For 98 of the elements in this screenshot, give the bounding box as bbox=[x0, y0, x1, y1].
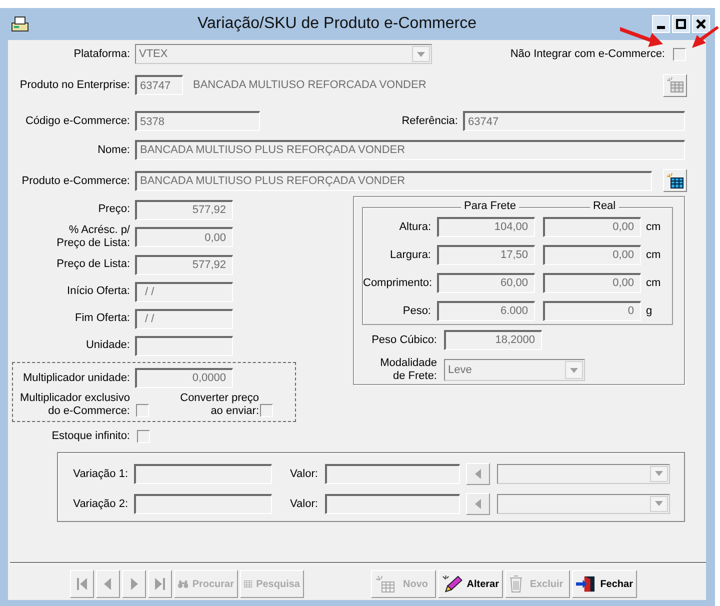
input-field[interactable]: 104,00 bbox=[437, 216, 535, 236]
input-field[interactable]: / / bbox=[135, 308, 233, 328]
checkbox-label: Multiplicador exclusivo do e-Commerce: bbox=[18, 392, 130, 418]
field-label: Produto e-Commerce: bbox=[20, 174, 130, 186]
column-heading: Real bbox=[590, 200, 619, 212]
input-field[interactable]: 0,0000 bbox=[135, 368, 233, 388]
close-button[interactable] bbox=[692, 15, 710, 33]
field-label: Preço de Lista: bbox=[56, 258, 130, 271]
input-field[interactable]: 63747 bbox=[135, 75, 183, 95]
left-arrow-button[interactable] bbox=[466, 462, 490, 484]
left-arrow-icon bbox=[474, 468, 481, 478]
field-label: Peso: bbox=[402, 304, 431, 316]
printer-icon bbox=[10, 15, 30, 33]
field-label: Altura: bbox=[398, 220, 431, 232]
checkbox[interactable] bbox=[260, 404, 273, 417]
field-label: Produto no Enterprise: bbox=[18, 79, 130, 91]
checkbox-label: Estoque infinito: bbox=[50, 430, 130, 442]
shipping-mode-dropdown[interactable]: Leve bbox=[444, 359, 585, 381]
left-triangle-icon bbox=[103, 577, 113, 591]
field-label: Plataforma: bbox=[72, 48, 130, 60]
input-field[interactable]: 63747 bbox=[463, 111, 685, 131]
input-field[interactable]: BANCADA MULTIUSO PLUS REFORÇADA VONDER bbox=[135, 170, 652, 190]
input-field[interactable] bbox=[135, 336, 233, 356]
platform-dropdown[interactable]: VTEX bbox=[135, 44, 432, 64]
product-description: BANCADA MULTIUSO REFORCADA VONDER bbox=[193, 79, 426, 91]
unit-label: cm bbox=[646, 248, 661, 260]
field-label: Fim Oferta: bbox=[74, 312, 130, 325]
field-label: Preço: bbox=[97, 203, 130, 216]
arrow-icon bbox=[692, 26, 720, 50]
checkbox[interactable] bbox=[136, 404, 149, 417]
input-field[interactable] bbox=[134, 494, 272, 514]
unit-label: cm bbox=[646, 220, 661, 232]
arrow-icon bbox=[620, 24, 664, 48]
input-field[interactable]: BANCADA MULTIUSO PLUS REFORÇADA VONDER bbox=[135, 140, 685, 160]
field-label: Largura: bbox=[389, 248, 431, 260]
trash-icon bbox=[509, 575, 523, 593]
input-field[interactable]: 60,00 bbox=[437, 272, 535, 292]
field-label: Variação 2: bbox=[72, 498, 128, 510]
input-field[interactable]: 0,00 bbox=[543, 244, 641, 264]
input-field[interactable]: 5378 bbox=[135, 111, 260, 131]
dropdown[interactable] bbox=[496, 494, 670, 514]
field-label: Unidade: bbox=[84, 339, 130, 352]
input-field[interactable]: 0 bbox=[543, 300, 641, 320]
field-label: Peso Cúbico: bbox=[370, 334, 437, 346]
maximize-button[interactable] bbox=[672, 15, 690, 33]
input-field[interactable]: 17,50 bbox=[437, 244, 535, 264]
field-label: Valor: bbox=[290, 468, 318, 480]
field-label: Modalidade de Frete: bbox=[379, 357, 437, 383]
edit-button[interactable]: Alterar bbox=[438, 570, 503, 598]
input-field[interactable]: 0,00 bbox=[543, 272, 641, 292]
skip-forward-icon bbox=[155, 577, 165, 591]
dropdown-arrow-icon bbox=[654, 501, 663, 506]
table-icon-button[interactable] bbox=[663, 169, 687, 192]
input-field[interactable]: 6.000 bbox=[437, 300, 535, 320]
field-label: Código e-Commerce: bbox=[24, 115, 130, 127]
dropdown[interactable] bbox=[496, 464, 670, 484]
field-label: % Acrésc. p/ Preço de Lista: bbox=[56, 224, 130, 250]
unit-label: g bbox=[646, 304, 652, 316]
left-arrow-button[interactable] bbox=[466, 492, 490, 514]
left-arrow-icon bbox=[474, 498, 481, 508]
field-label: Início Oferta: bbox=[66, 285, 130, 298]
column-heading: Para Frete bbox=[461, 200, 519, 212]
dropdown-arrow-icon bbox=[417, 52, 425, 56]
close-button[interactable]: Fechar bbox=[572, 570, 637, 598]
input-field[interactable] bbox=[134, 464, 272, 484]
skip-back-icon bbox=[77, 577, 87, 591]
dropdown-arrow-icon bbox=[654, 471, 663, 476]
table-icon bbox=[666, 77, 684, 93]
right-triangle-icon bbox=[129, 577, 139, 591]
input-field[interactable]: 0,00 bbox=[543, 216, 641, 236]
checkbox-label: Converter preço ao enviar: bbox=[179, 392, 259, 418]
input-field[interactable]: 577,92 bbox=[135, 200, 233, 220]
field-label: Valor: bbox=[290, 498, 318, 510]
window-title: Variação/SKU de Produto e-Commerce bbox=[196, 15, 478, 33]
input-field[interactable] bbox=[324, 464, 460, 484]
field-label: Comprimento: bbox=[363, 276, 431, 288]
table-icon bbox=[666, 172, 684, 188]
door-exit-icon bbox=[576, 574, 596, 594]
minimize-icon bbox=[657, 26, 665, 29]
input-field[interactable]: 0,00 bbox=[135, 227, 233, 247]
close-icon bbox=[696, 19, 706, 29]
checkbox[interactable] bbox=[673, 48, 686, 60]
minimize-button[interactable] bbox=[652, 15, 670, 33]
input-field[interactable]: / / bbox=[135, 282, 233, 302]
dropdown-arrow-icon bbox=[570, 368, 578, 372]
maximize-icon bbox=[676, 19, 686, 29]
checkbox-label: Não Integrar com e-Commerce: bbox=[510, 48, 665, 60]
field-label: Referência: bbox=[402, 115, 458, 127]
input-field[interactable]: 577,92 bbox=[135, 254, 233, 274]
pencil-icon bbox=[442, 574, 463, 594]
unit-label: cm bbox=[646, 276, 661, 288]
table-icon bbox=[375, 575, 395, 593]
field-label: Variação 1: bbox=[72, 468, 128, 480]
checkbox[interactable] bbox=[137, 430, 150, 442]
input-field[interactable]: 18,2000 bbox=[444, 330, 542, 350]
input-field[interactable] bbox=[324, 494, 460, 514]
field-label: Multiplicador unidade: bbox=[22, 372, 130, 384]
field-label: Nome: bbox=[96, 144, 130, 156]
